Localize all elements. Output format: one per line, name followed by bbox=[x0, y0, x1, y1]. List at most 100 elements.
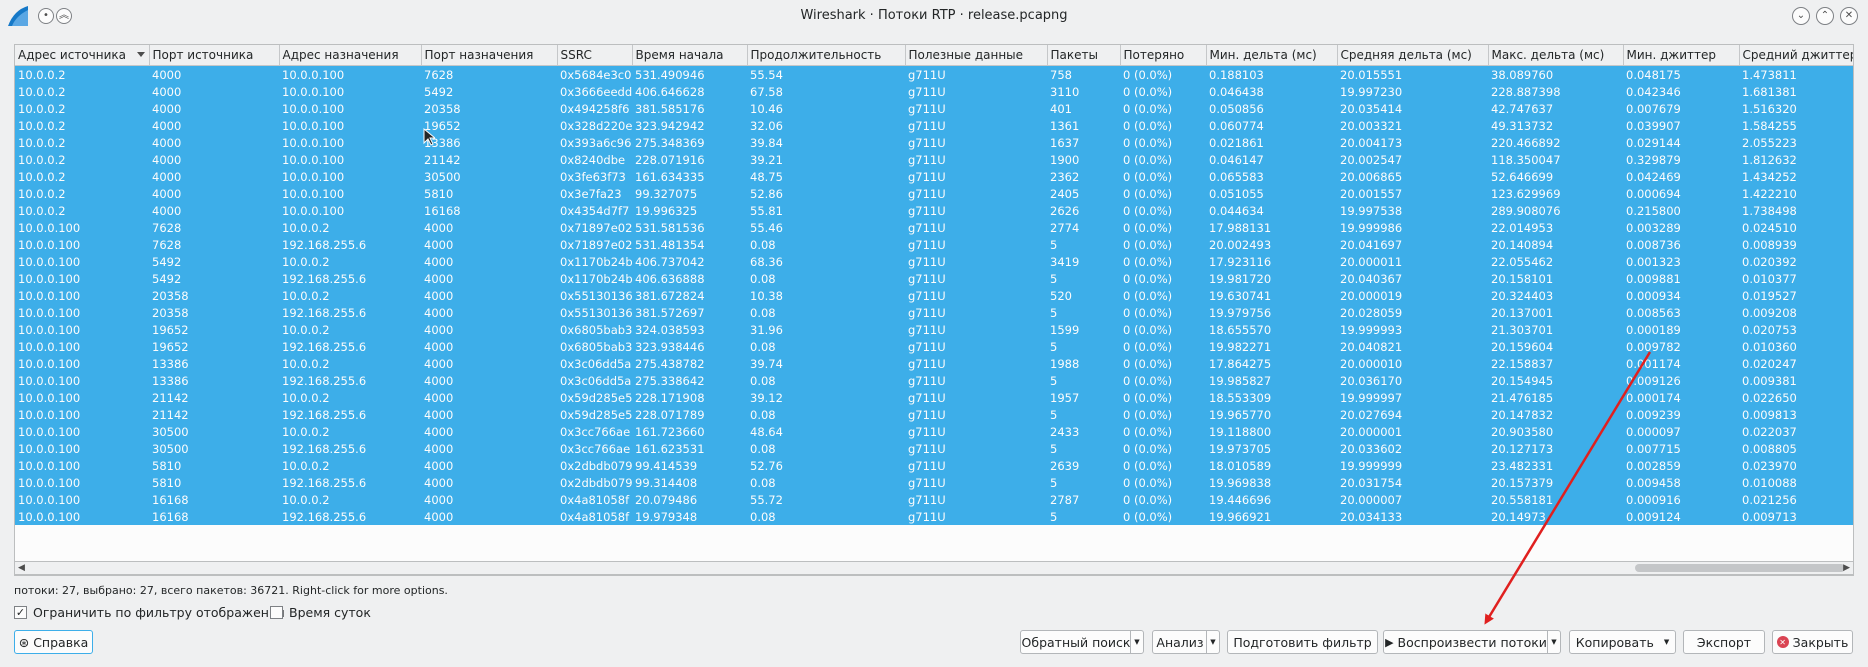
column-header[interactable]: Мин. джиттер bbox=[1623, 45, 1740, 66]
table-row[interactable]: 10.0.0.100 7628 10.0.0.2 4000 0x71897e02 531.… bbox=[15, 219, 1853, 236]
column-header-label: Макс. дельта (мс) bbox=[1491, 48, 1605, 62]
analyze-button[interactable]: Анализ ▼ bbox=[1152, 630, 1220, 654]
time-of-day-option[interactable]: Время суток bbox=[270, 605, 371, 620]
time-of-day-checkbox[interactable] bbox=[270, 606, 283, 619]
table-row[interactable]: 10.0.0.2 4000 10.0.0.100 5492 0x3666eedd 406.… bbox=[15, 83, 1853, 100]
analyze-dropdown-icon[interactable]: ▼ bbox=[1206, 631, 1219, 653]
table-row[interactable]: 10.0.0.100 21142 10.0.0.2 4000 0x59d285e5 228… bbox=[15, 389, 1853, 406]
table-cell: 0.215800 bbox=[1626, 203, 1681, 218]
table-cell: 4000 bbox=[424, 441, 454, 456]
column-header[interactable]: Полезные данные bbox=[905, 45, 1048, 66]
table-row[interactable]: 10.0.0.100 13386 10.0.0.2 4000 0x3c06dd5a 275… bbox=[15, 355, 1853, 372]
close-icon: ✕ bbox=[1844, 10, 1854, 21]
table-row[interactable]: 10.0.0.100 21142 192.168.255.6 4000 0x59d285… bbox=[15, 406, 1853, 423]
column-header[interactable]: Потеряно bbox=[1120, 45, 1207, 66]
column-header[interactable]: Мин. дельта (мс) bbox=[1206, 45, 1338, 66]
table-cell: 7628 bbox=[152, 237, 182, 252]
table-row[interactable]: 10.0.0.100 16168 10.0.0.2 4000 0x4a81058f 20.… bbox=[15, 491, 1853, 508]
prepare-filter-button[interactable]: Подготовить фильтр bbox=[1227, 630, 1378, 654]
table-cell: 228.171908 bbox=[635, 390, 705, 405]
play-streams-button[interactable]: ▶ Воспроизвести потоки ▼ bbox=[1383, 630, 1561, 654]
table-row[interactable]: 10.0.0.2 4000 10.0.0.100 5810 0x3e7fa23 99.32… bbox=[15, 185, 1853, 202]
table-row[interactable]: 10.0.0.2 4000 10.0.0.100 21142 0x8240dbe 228.… bbox=[15, 151, 1853, 168]
table-cell: 55.54 bbox=[750, 67, 783, 82]
table-row[interactable]: 10.0.0.100 20358 10.0.0.2 4000 0x55130136 381… bbox=[15, 287, 1853, 304]
table-cell: 20.079486 bbox=[635, 492, 698, 507]
table-row[interactable]: 10.0.0.100 5810 192.168.255.6 4000 0x2dbdb07… bbox=[15, 474, 1853, 491]
table-row[interactable]: 10.0.0.100 30500 10.0.0.2 4000 0x3cc766ae 161… bbox=[15, 423, 1853, 440]
table-cell: 20.034133 bbox=[1340, 509, 1403, 524]
table-cell: 0 (0.0%) bbox=[1123, 407, 1173, 422]
column-header[interactable]: Макс. дельта (мс) bbox=[1488, 45, 1624, 66]
table-row[interactable]: 10.0.0.100 19652 10.0.0.2 4000 0x6805bab3 324… bbox=[15, 321, 1853, 338]
maximize-button[interactable]: ⌃ bbox=[1816, 7, 1834, 25]
play-streams-label: Воспроизвести потоки bbox=[1397, 634, 1547, 650]
table-cell: 0.008939 bbox=[1742, 237, 1797, 252]
reverse-search-dropdown-icon[interactable]: ▼ bbox=[1130, 631, 1143, 653]
table-row[interactable]: 10.0.0.100 5810 10.0.0.2 4000 0x2dbdb079 99.4… bbox=[15, 457, 1853, 474]
column-header[interactable]: Время начала bbox=[632, 45, 748, 66]
table-row[interactable]: 10.0.0.100 13386 192.168.255.6 4000 0x3c06dd… bbox=[15, 372, 1853, 389]
scroll-right-icon[interactable]: ▶ bbox=[1843, 563, 1850, 573]
reverse-search-button[interactable]: Обратный поиск ▼ bbox=[1020, 630, 1144, 654]
column-header-label: Полезные данные bbox=[908, 48, 1024, 62]
table-cell: 20.041697 bbox=[1340, 237, 1403, 252]
table-cell: 0 (0.0%) bbox=[1123, 424, 1173, 439]
table-cell: 13386 bbox=[152, 356, 189, 371]
limit-filter-option[interactable]: ✓ Ограничить по фильтру отображения bbox=[14, 605, 285, 620]
copy-button[interactable]: Копировать ▼ bbox=[1569, 630, 1676, 654]
table-row[interactable]: 10.0.0.2 4000 10.0.0.100 20358 0x494258f6 381… bbox=[15, 100, 1853, 117]
table-cell: 758 bbox=[1050, 67, 1072, 82]
table-cell: 2639 bbox=[1050, 458, 1080, 473]
table-cell: 10.0.0.2 bbox=[18, 152, 66, 167]
table-cell: 0.08 bbox=[750, 475, 776, 490]
table-cell: g711U bbox=[908, 152, 946, 167]
export-button[interactable]: Экспорт bbox=[1683, 630, 1765, 654]
close-window-button[interactable]: ✕ bbox=[1840, 7, 1858, 25]
table-row[interactable]: 10.0.0.100 19652 192.168.255.6 4000 0x6805ba… bbox=[15, 338, 1853, 355]
column-header[interactable]: Средняя дельта (мс) bbox=[1337, 45, 1489, 66]
column-header[interactable]: Порт назначения bbox=[421, 45, 558, 66]
table-cell: 381.572697 bbox=[635, 305, 705, 320]
horizontal-scrollbar[interactable]: ◀ ▶ bbox=[14, 561, 1854, 575]
table-cell: 17.864275 bbox=[1209, 356, 1272, 371]
scrollbar-thumb[interactable] bbox=[1635, 564, 1845, 572]
copy-label: Копировать bbox=[1575, 634, 1654, 650]
table-cell: 17.923116 bbox=[1209, 254, 1272, 269]
help-button[interactable]: ⊛ Справка bbox=[14, 630, 93, 654]
play-streams-dropdown-icon[interactable]: ▼ bbox=[1547, 631, 1560, 653]
table-cell: 1.422210 bbox=[1742, 186, 1797, 201]
table-cell: 20.004173 bbox=[1340, 135, 1403, 150]
table-cell: 5 bbox=[1050, 441, 1058, 456]
table-cell: 18.655570 bbox=[1209, 322, 1272, 337]
column-header[interactable]: Адрес назначения bbox=[279, 45, 422, 66]
table-cell: 20.000001 bbox=[1340, 424, 1403, 439]
column-header[interactable]: Порт источника bbox=[149, 45, 280, 66]
table-row[interactable]: 10.0.0.100 5492 10.0.0.2 4000 0x1170b24b 406.… bbox=[15, 253, 1853, 270]
scroll-left-icon[interactable]: ◀ bbox=[18, 563, 25, 573]
column-header[interactable]: Адрес источника bbox=[15, 45, 150, 66]
column-header[interactable]: Средний джиттер bbox=[1739, 45, 1854, 66]
column-header[interactable]: SSRC bbox=[557, 45, 633, 66]
table-row[interactable]: 10.0.0.2 4000 10.0.0.100 19652 0x328d220e 323… bbox=[15, 117, 1853, 134]
close-button[interactable]: ✕ Закрыть bbox=[1772, 630, 1853, 654]
table-cell: 0.008805 bbox=[1742, 441, 1797, 456]
rtp-streams-table[interactable]: Адрес источника Порт источника Адрес назна… bbox=[14, 44, 1854, 576]
table-cell: 0x3c06dd5a bbox=[560, 373, 632, 388]
table-row[interactable]: 10.0.0.2 4000 10.0.0.100 7628 0x5684e3c0 531.… bbox=[15, 65, 1853, 83]
column-header[interactable]: Продолжительность bbox=[747, 45, 906, 66]
table-row[interactable]: 10.0.0.100 30500 192.168.255.6 4000 0x3cc766… bbox=[15, 440, 1853, 457]
table-row[interactable]: 10.0.0.100 20358 192.168.255.6 4000 0x551301… bbox=[15, 304, 1853, 321]
table-cell: 192.168.255.6 bbox=[282, 373, 367, 388]
table-row[interactable]: 10.0.0.100 7628 192.168.255.6 4000 0x71897e0… bbox=[15, 236, 1853, 253]
table-row[interactable]: 10.0.0.2 4000 10.0.0.100 13386 0x393a6c96 275… bbox=[15, 134, 1853, 151]
limit-filter-checkbox[interactable]: ✓ bbox=[14, 606, 27, 619]
minimize-button[interactable]: ⌄ bbox=[1792, 7, 1810, 25]
column-header[interactable]: Пакеты bbox=[1047, 45, 1121, 66]
table-row[interactable]: 10.0.0.100 5492 192.168.255.6 4000 0x1170b24… bbox=[15, 270, 1853, 287]
table-row[interactable]: 10.0.0.2 4000 10.0.0.100 30500 0x3fe63f73 161… bbox=[15, 168, 1853, 185]
table-row[interactable]: 10.0.0.100 16168 192.168.255.6 4000 0x4a8105… bbox=[15, 508, 1853, 525]
table-cell: 0.042469 bbox=[1626, 169, 1681, 184]
table-row[interactable]: 10.0.0.2 4000 10.0.0.100 16168 0x4354d7f7 19.… bbox=[15, 202, 1853, 219]
column-header-label: Средний джиттер bbox=[1742, 48, 1854, 62]
